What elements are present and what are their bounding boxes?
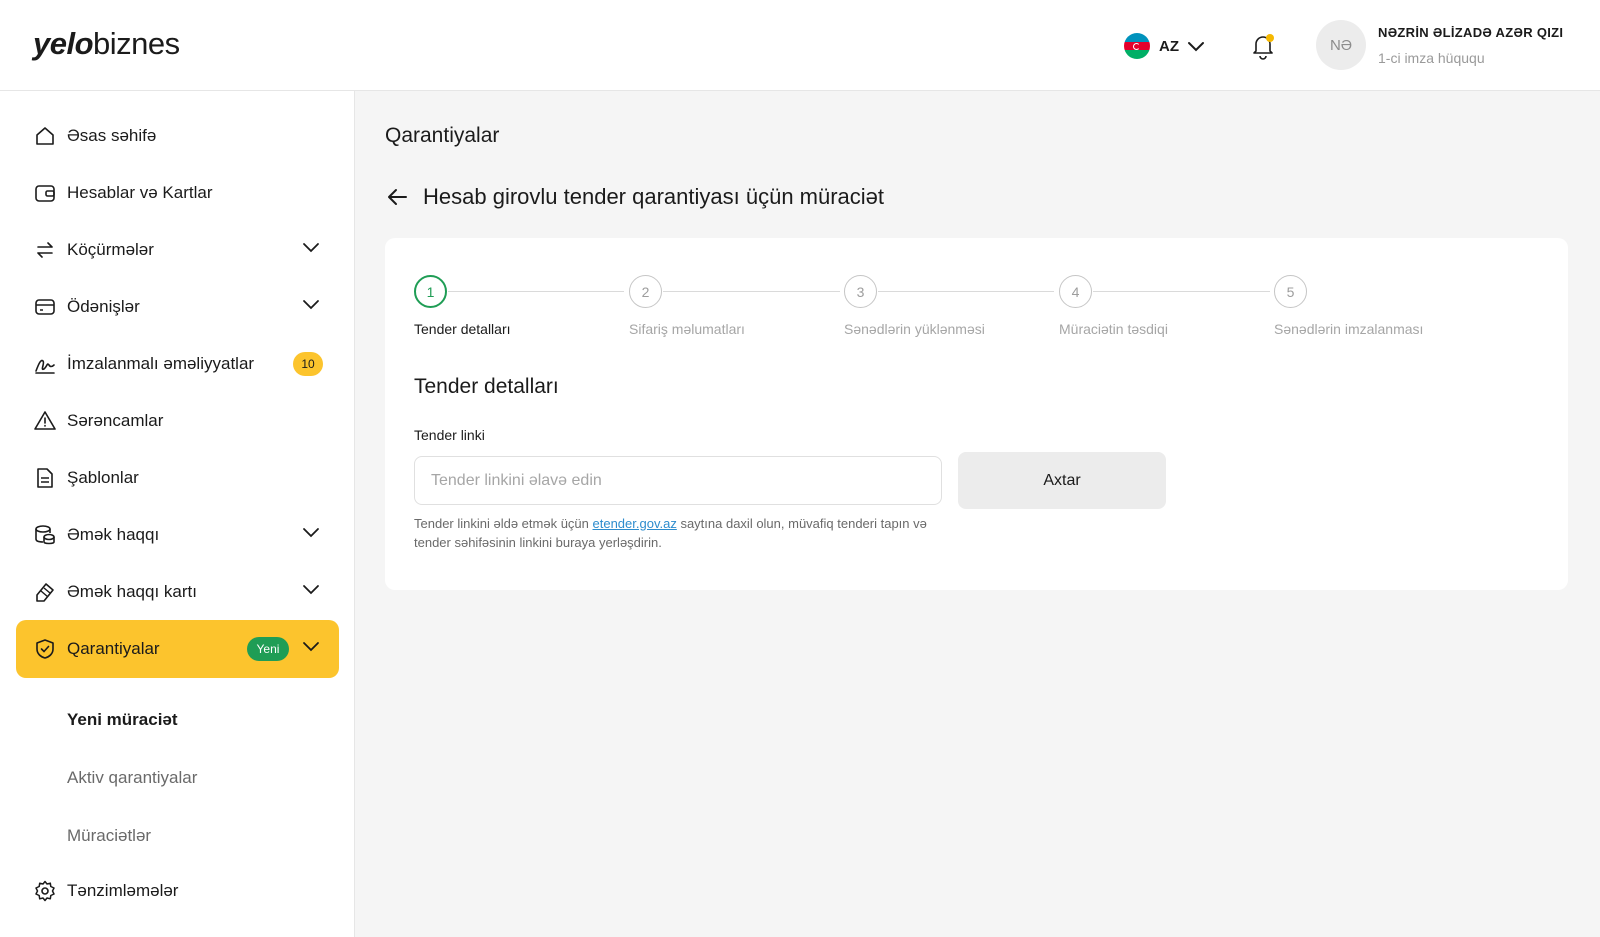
home-icon [36,127,54,145]
stepper-connector [1093,291,1270,292]
chevron-down-icon [303,528,319,538]
section-title: Tender detalları [414,375,559,398]
sidebar-item-salary-card[interactable]: Əmək haqqı kartı [16,563,339,621]
sidebar-subitem-applications[interactable]: Müraciətlər [67,825,151,847]
stepper-connector [448,291,624,292]
tender-link-label: Tender linki [414,427,485,443]
sidebar-item-label: İmzalanmalı əməliyyatlar [67,354,255,373]
sidebar-item-label: Tənzimləmələr [67,881,179,900]
sidebar-item-settings[interactable]: Tənzimləmələr [16,862,339,920]
gear-icon [35,880,55,902]
transfer-icon [37,242,53,258]
sidebar-item-salary[interactable]: Əmək haqqı [16,506,339,564]
sidebar-item-label: Şablonlar [67,468,139,487]
etender-link[interactable]: etender.gov.az [593,516,677,531]
step-label: Sənədlərin yüklənməsi [844,321,985,337]
step-number: 2 [629,275,662,308]
sidebar-item-orders[interactable]: Sərəncamlar [16,392,339,450]
helper-text: Tender linkini əldə etmək üçün etender.g… [414,516,927,550]
signature-icon [35,359,55,374]
shield-icon [36,639,54,659]
step-number: 3 [844,275,877,308]
chevron-down-icon [303,642,319,652]
wallet-icon [35,185,55,202]
coins-icon [35,525,55,545]
chevron-down-icon [303,300,319,310]
pending-count-badge: 10 [293,352,323,376]
step-number: 5 [1274,275,1307,308]
user-role: 1-ci imza hüququ [1378,50,1485,66]
tender-link-input[interactable] [414,456,942,505]
back-arrow-icon[interactable] [385,185,409,209]
avatar[interactable]: NƏ [1316,20,1366,70]
application-card: 1 Tender detalları 2 Sifariş məlumatları… [385,238,1568,590]
step-label: Müraciətin təsdiqi [1059,321,1168,337]
sidebar-item-label: Qarantiyalar [67,639,160,658]
logo[interactable]: yelobiznes [33,24,180,64]
stepper-connector [663,291,840,292]
sidebar-item-guarantees[interactable]: Qarantiyalar Yeni [16,620,339,678]
step-label: Tender detalları [414,321,511,337]
top-header: yelobiznes AZ NƏ NƏZRİN ƏLİZADƏ AZƏR QIZ… [0,0,1600,91]
sidebar-item-label: Əmək haqqı [67,525,160,544]
language-selector[interactable]: AZ [1124,32,1205,60]
sidebar-subitem-active-guarantees[interactable]: Aktiv qarantiyalar [67,767,197,789]
stepper-connector [878,291,1054,292]
step-label: Sifariş məlumatları [629,321,745,337]
sidebar-item-label: Sərəncamlar [67,411,164,430]
notifications-button[interactable] [1250,32,1276,60]
sidebar-item-label: Ödənişlər [67,297,140,316]
sidebar-item-label: Hesablar və Kartlar [67,183,213,202]
sidebar-item-accounts[interactable]: Hesablar və Kartlar [16,164,339,222]
chevron-down-icon [1188,42,1204,52]
sidebar-item-home[interactable]: Əsas səhifə [16,107,339,165]
azerbaijan-flag-icon [1124,33,1150,59]
sidebar-item-templates[interactable]: Şablonlar [16,449,339,507]
notification-dot [1266,34,1274,42]
sidebar-item-label: Əmək haqqı kartı [67,582,197,601]
sidebar-item-label: Əsas səhifə [67,126,157,145]
form-title: Hesab girovlu tender qarantiyası üçün mü… [423,184,885,209]
warning-icon [34,411,56,430]
step-number: 4 [1059,275,1092,308]
chevron-down-icon [303,585,319,595]
step-label: Sənədlərin imzalanması [1274,321,1424,337]
sidebar-item-transfers[interactable]: Köçürmələr [16,221,339,279]
user-name: NƏZRİN ƏLİZADƏ AZƏR QIZI [1378,25,1564,40]
search-button[interactable]: Axtar [958,452,1166,509]
language-code: AZ [1159,37,1179,55]
sidebar-item-signatures[interactable]: İmzalanmalı əməliyyatlar 10 [16,335,339,393]
sidebar-subitem-new-application[interactable]: Yeni müraciət [67,709,178,731]
card-edit-icon [36,583,54,602]
sidebar-item-label: Köçürmələr [67,240,154,259]
step-number: 1 [414,275,447,308]
sidebar: Əsas səhifə Hesablar və Kartlar Köçürməl… [0,91,355,937]
page-title: Qarantiyalar [385,124,500,147]
new-badge: Yeni [247,637,289,661]
chevron-down-icon [303,243,319,253]
sidebar-item-payments[interactable]: Ödənişlər [16,278,339,336]
document-icon [37,468,53,488]
payment-card-icon [35,299,55,315]
